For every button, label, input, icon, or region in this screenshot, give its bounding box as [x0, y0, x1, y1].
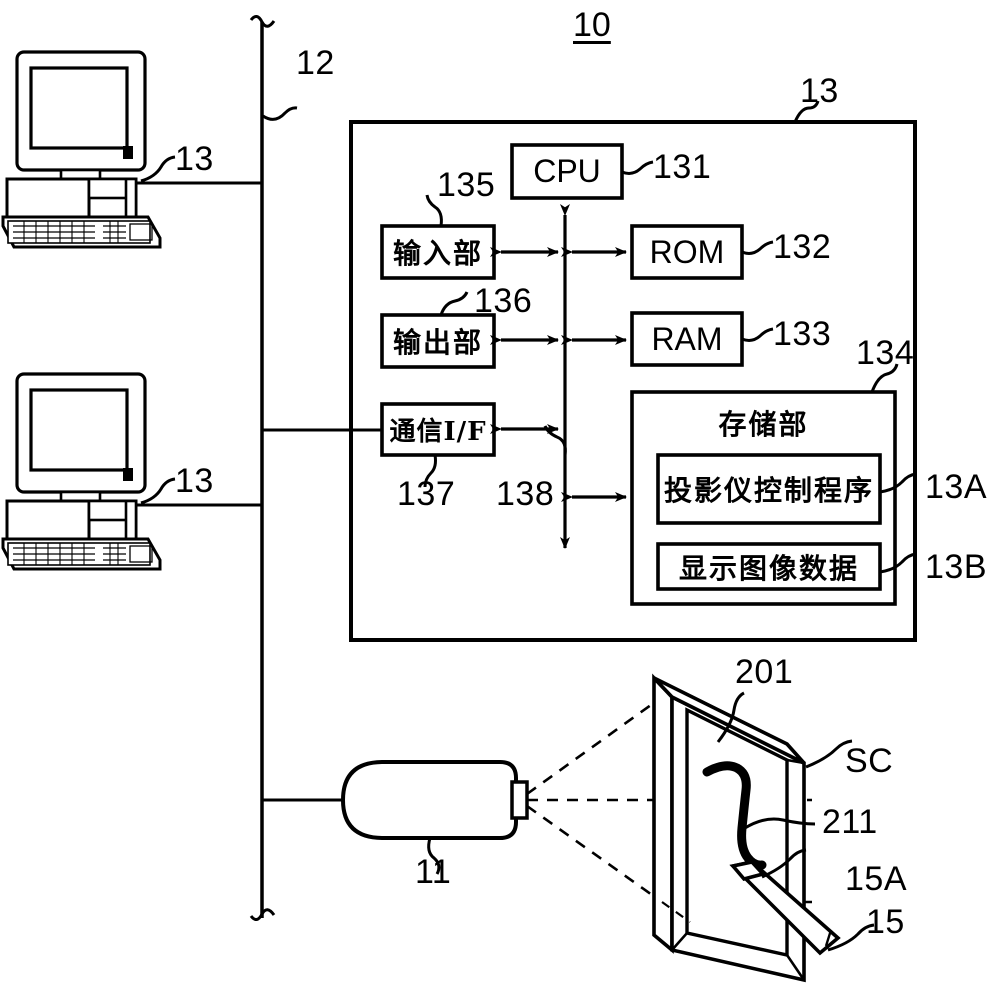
network-bus-line [249, 15, 298, 921]
patent-figure: 10 12 13 13 13 CPU 131 ROM 132 RAM 133 输… [0, 0, 997, 1000]
controller-reference-13: 13 [800, 72, 839, 110]
display-image-data-reference-13b: 13B [925, 548, 987, 586]
rom-reference-132: 132 [773, 228, 832, 266]
cpu-reference-131: 131 [653, 148, 712, 186]
projector-reference-11: 11 [415, 853, 452, 891]
output-unit-label: 输出部 [392, 326, 483, 359]
storage-unit-reference-134: 134 [856, 334, 915, 372]
pen-reference-15: 15 [866, 903, 905, 941]
projector-body [262, 760, 529, 875]
pen-tip-reference-15a: 15A [845, 860, 907, 898]
drawn-line-reference-211: 211 [822, 803, 878, 841]
cpu-box-label: CPU [533, 153, 601, 189]
controller-blocks [380, 143, 897, 606]
rom-box-label: ROM [649, 233, 725, 270]
communication-interface-reference-137: 137 [397, 475, 456, 513]
projector-control-program-label: 投影仪控制程序 [663, 474, 874, 507]
communication-interface-label: 通信I/F [389, 417, 487, 447]
system-reference-10: 10 [573, 6, 611, 44]
input-unit-reference-135: 135 [437, 166, 496, 204]
internal-bus-reference-138: 138 [496, 475, 555, 513]
storage-unit-label: 存储部 [718, 408, 809, 441]
screen-reference-sc: SC [845, 742, 894, 780]
network-reference-12: 12 [296, 44, 335, 82]
display-image-data-label: 显示图像数据 [678, 551, 859, 585]
ram-reference-133: 133 [773, 315, 832, 353]
projector-control-program-reference-13a: 13A [925, 468, 987, 506]
terminal-top-reference-13: 13 [175, 140, 214, 178]
computer-terminal-bottom [1, 372, 262, 571]
terminal-bottom-reference-13: 13 [175, 462, 214, 500]
computer-terminal-top [1, 50, 262, 249]
projection-area-reference-201: 201 [735, 653, 794, 691]
ram-box-label: RAM [651, 320, 723, 357]
output-unit-reference-136: 136 [474, 282, 533, 320]
input-unit-label: 输入部 [392, 237, 483, 270]
